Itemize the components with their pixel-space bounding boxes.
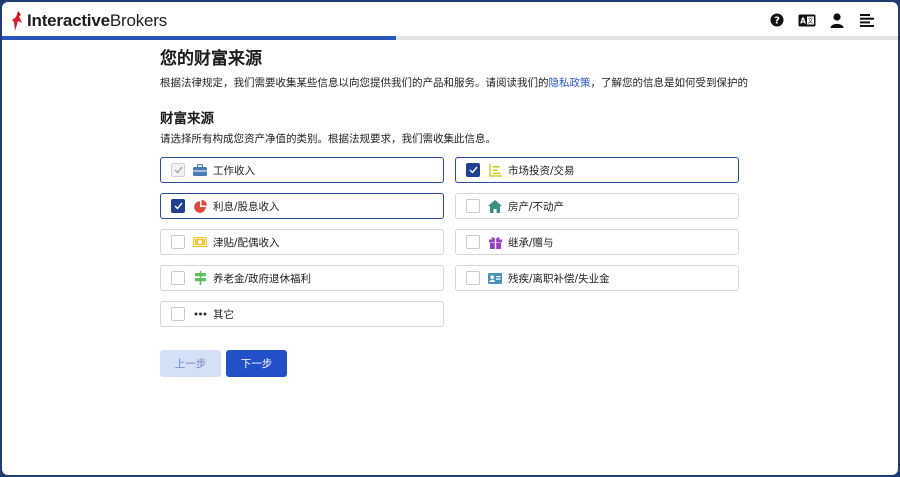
option-interest-dividend[interactable]: 利息/股息收入 bbox=[160, 193, 444, 219]
more-icon bbox=[193, 307, 207, 321]
progress-fill bbox=[2, 36, 397, 40]
checkbox[interactable] bbox=[466, 199, 480, 213]
menu-icon[interactable] bbox=[852, 11, 882, 29]
form-actions: 上一步 下一步 bbox=[160, 350, 287, 377]
checkbox[interactable] bbox=[171, 199, 185, 213]
option-inheritance-gift[interactable]: 继承/赠与 bbox=[455, 229, 739, 255]
svg-text:?: ? bbox=[774, 16, 780, 27]
top-header: InteractiveBrokers ? A文 bbox=[2, 2, 898, 40]
option-label: 市场投资/交易 bbox=[508, 164, 575, 177]
brand-name: InteractiveBrokers bbox=[27, 11, 168, 30]
id-card-icon bbox=[488, 271, 502, 285]
chart-icon bbox=[488, 163, 502, 177]
option-allowance-spouse[interactable]: 津贴/配偶收入 bbox=[160, 229, 444, 255]
option-label: 工作收入 bbox=[213, 164, 255, 177]
checkbox[interactable] bbox=[466, 271, 480, 285]
briefcase-icon bbox=[193, 163, 207, 177]
ib-logo-icon bbox=[12, 11, 22, 31]
option-label: 养老金/政府退休福利 bbox=[213, 272, 312, 285]
option-employment-income[interactable]: 工作收入 bbox=[160, 157, 444, 183]
option-label: 残疾/离职补偿/失业金 bbox=[508, 272, 610, 285]
option-other[interactable]: 其它 bbox=[160, 301, 444, 327]
checkbox[interactable] bbox=[171, 163, 185, 177]
option-label: 继承/赠与 bbox=[508, 236, 554, 249]
signpost-icon bbox=[193, 271, 207, 285]
privacy-policy-link[interactable]: 隐私政策 bbox=[549, 77, 591, 89]
option-label: 房产/不动产 bbox=[508, 200, 565, 213]
money-icon bbox=[193, 235, 207, 249]
house-icon bbox=[488, 199, 502, 213]
brand-logo[interactable]: InteractiveBrokers bbox=[12, 10, 167, 32]
language-icon[interactable]: A文 bbox=[792, 11, 822, 29]
option-real-estate[interactable]: 房产/不动产 bbox=[455, 193, 739, 219]
intro-text-before: 根据法律规定，我们需要收集某些信息以向您提供我们的产品和服务。请阅读我们的 bbox=[160, 77, 549, 89]
checkbox[interactable] bbox=[171, 271, 185, 285]
main-content: 您的财富来源 根据法律规定，我们需要收集某些信息以向您提供我们的产品和服务。请阅… bbox=[160, 48, 748, 377]
page-title: 您的财富来源 bbox=[160, 49, 262, 69]
pie-chart-icon bbox=[193, 199, 207, 213]
user-icon[interactable] bbox=[822, 11, 852, 29]
section-description: 请选择所有构成您资产净值的类别。根据法规要求，我们需收集此信息。 bbox=[160, 133, 496, 145]
gift-icon bbox=[488, 235, 502, 249]
option-market-trading[interactable]: 市场投资/交易 bbox=[455, 157, 739, 183]
intro-text-after: ，了解您的信息是如何受到保护的 bbox=[590, 77, 749, 89]
checkbox[interactable] bbox=[171, 235, 185, 249]
checkbox[interactable] bbox=[171, 307, 185, 321]
app-window: InteractiveBrokers ? A文 您的财富来源 根据法律规定，我们… bbox=[2, 2, 898, 475]
option-label: 利息/股息收入 bbox=[213, 200, 280, 213]
progress-bar bbox=[2, 36, 898, 40]
help-icon[interactable]: ? bbox=[762, 11, 792, 29]
option-pension[interactable]: 养老金/政府退休福利 bbox=[160, 265, 444, 291]
checkbox[interactable] bbox=[466, 163, 480, 177]
option-label: 其它 bbox=[213, 308, 234, 321]
next-button[interactable]: 下一步 bbox=[226, 350, 287, 377]
intro-text: 根据法律规定，我们需要收集某些信息以向您提供我们的产品和服务。请阅读我们的隐私政… bbox=[160, 76, 748, 90]
option-disability-unemployment[interactable]: 残疾/离职补偿/失业金 bbox=[455, 265, 739, 291]
option-label: 津贴/配偶收入 bbox=[213, 236, 280, 249]
svg-text:A: A bbox=[800, 16, 806, 25]
svg-text:文: 文 bbox=[807, 17, 813, 25]
section-title: 财富来源 bbox=[160, 111, 214, 127]
checkbox[interactable] bbox=[466, 235, 480, 249]
previous-button[interactable]: 上一步 bbox=[160, 350, 221, 377]
